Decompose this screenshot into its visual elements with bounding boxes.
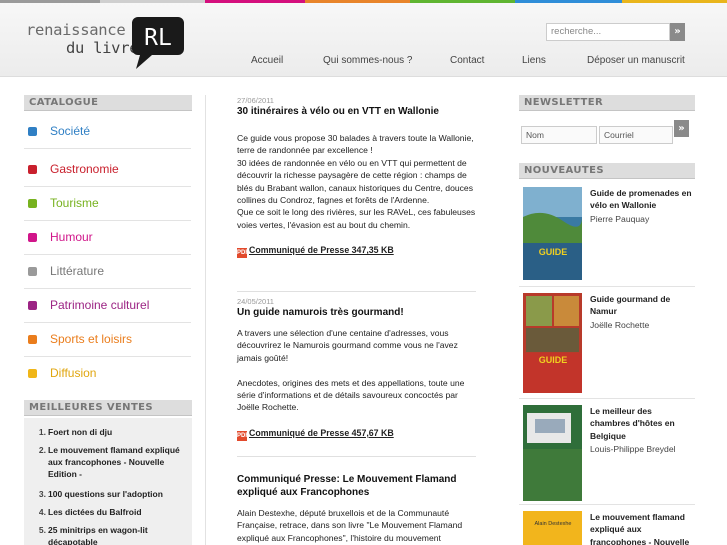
divider [237,456,476,457]
pdf-icon: PDF [237,430,249,441]
category-square-icon [28,165,37,174]
news-item: 24/05/2011 Un guide namurois très gourma… [237,297,477,441]
nav-contact[interactable]: Contact [450,55,484,73]
book-author: Louis-Philippe Breydel [590,444,676,454]
category-label: Diffusion [50,366,97,380]
book-title: Le mouvement flamand expliqué aux franco… [590,512,690,545]
best-sellers-list: 1. Foert non di dju 2. Le mouvement flam… [24,418,192,545]
news-item: Communiqué Presse: Le Mouvement Flamand … [237,473,477,544]
nav-accueil[interactable]: Accueil [251,55,283,73]
category-sports[interactable]: Sports et loisirs [24,323,191,357]
category-square-icon [28,335,37,344]
book-author: Pierre Pauquay [590,214,650,224]
rank: 3. [38,489,46,499]
rl-logo-mark: RL [132,17,184,69]
divider [0,76,727,77]
nav-qui-sommes-nous[interactable]: Qui sommes-nous ? [323,55,412,73]
category-societe[interactable]: Société [24,115,191,149]
category-label: Gastronomie [50,162,119,176]
newsletter-submit-button[interactable]: » [674,120,689,137]
category-litterature[interactable]: Littérature [24,255,191,289]
header: renaissance du livre RL recherche... » A… [0,3,727,76]
category-square-icon [28,127,37,136]
new-book-item[interactable]: GUIDE Guide de promenades en vélo en Wal… [519,187,695,287]
search-input[interactable]: recherche... [546,23,670,41]
news-date: 27/06/2011 [237,96,274,105]
best-seller-title: 100 questions sur l'adoption [48,489,163,499]
category-label: Patrimoine culturel [50,298,150,312]
category-label: Société [50,124,91,138]
book-cover-image[interactable]: GUIDE [523,293,582,393]
best-seller-title: 25 minitrips en wagon-lit décapotable [48,525,148,545]
search-button[interactable]: » [670,23,685,41]
category-square-icon [28,369,37,378]
news-date: 24/05/2011 [237,297,274,306]
book-cover-image[interactable] [523,405,582,501]
news-title[interactable]: Un guide namurois très gourmand! [237,306,477,319]
book-title: Guide de promenades en vélo en Wallonie [590,188,692,211]
book-title: Le meilleur des chambres d'hôtes en Belg… [590,406,675,441]
nav-liens[interactable]: Liens [522,55,546,73]
category-label: Tourisme [50,196,99,210]
press-release-link[interactable]: PDFCommuniqué de Presse 457,67 KB [237,428,477,441]
category-tourisme[interactable]: Tourisme [24,187,191,221]
news-title[interactable]: Communiqué Presse: Le Mouvement Flamand … [237,473,477,499]
best-seller-title: Le mouvement flamand expliqué aux franco… [48,445,180,479]
rank: 1. [38,427,46,437]
press-release-label: Communiqué de Presse 347,35 KB [249,245,394,256]
category-square-icon [28,267,37,276]
newsletter-title: NEWSLETTER [519,95,695,111]
new-book-item[interactable]: Le meilleur des chambres d'hôtes en Belg… [519,405,695,505]
book-author: Joëlle Rochette [590,320,650,330]
newsletter-email-input[interactable]: Courriel [599,126,673,144]
column-divider [205,95,206,545]
catalogue-title: CATALOGUE [24,95,192,111]
logo-mark-text: RL [144,25,172,51]
new-book-item[interactable]: GUIDE Guide gourmand de Namur Joëlle Roc… [519,293,695,399]
category-label: Sports et loisirs [50,332,133,346]
newsletter-name-input[interactable]: Nom [521,126,597,144]
category-square-icon [28,301,37,310]
category-diffusion[interactable]: Diffusion [24,357,191,391]
press-release-link[interactable]: PDFCommuniqué de Presse 347,35 KB [237,245,477,259]
logo-line1: renaissance [26,21,126,39]
category-gastronomie[interactable]: Gastronomie [24,153,191,187]
rank: 5. [38,525,46,535]
category-square-icon [28,233,37,242]
book-title: Guide gourmand de Namur [590,294,671,317]
book-cover-text: GUIDE [539,247,568,257]
book-cover-text: Alain Destexhe [535,521,572,527]
nav-deposer-manuscrit[interactable]: Déposer un manuscrit [587,55,685,73]
nouveautes-title: NOUVEAUTES [519,163,695,179]
book-cover-text: GUIDE [539,355,568,365]
best-seller-title: Foert non di dju [48,427,113,437]
news-item: 27/06/2011 30 itinéraires à vélo ou en V… [237,96,477,259]
site-logo[interactable]: renaissance du livre RL [26,15,186,71]
category-label: Humour [50,230,93,244]
book-cover-image[interactable]: Alain Destexhe [523,511,582,545]
news-body: Alain Destexhe, député bruxellois et de … [237,508,463,543]
logo-line2: du livre [66,39,139,57]
rank: 4. [38,507,46,517]
category-label: Littérature [50,264,105,278]
press-release-label: Communiqué de Presse 457,67 KB [249,427,394,438]
news-body: A travers une sélection d'une centaine d… [237,328,465,413]
news-title[interactable]: 30 itinéraires à vélo ou en VTT en Wallo… [237,105,477,118]
divider [237,291,476,292]
rank: 2. [38,445,46,455]
category-patrimoine[interactable]: Patrimoine culturel [24,289,191,323]
news-body: Ce guide vous propose 30 balades à trave… [237,133,476,230]
category-humour[interactable]: Humour [24,221,191,255]
best-sellers-title: MEILLEURES VENTES [24,400,192,416]
new-book-item[interactable]: Alain Destexhe Le mouvement flamand expl… [519,511,695,545]
book-cover-image[interactable]: GUIDE [523,187,582,280]
pdf-icon: PDF [237,248,249,259]
best-seller-title: Les dictées du Balfroid [48,507,142,517]
category-square-icon [28,199,37,208]
